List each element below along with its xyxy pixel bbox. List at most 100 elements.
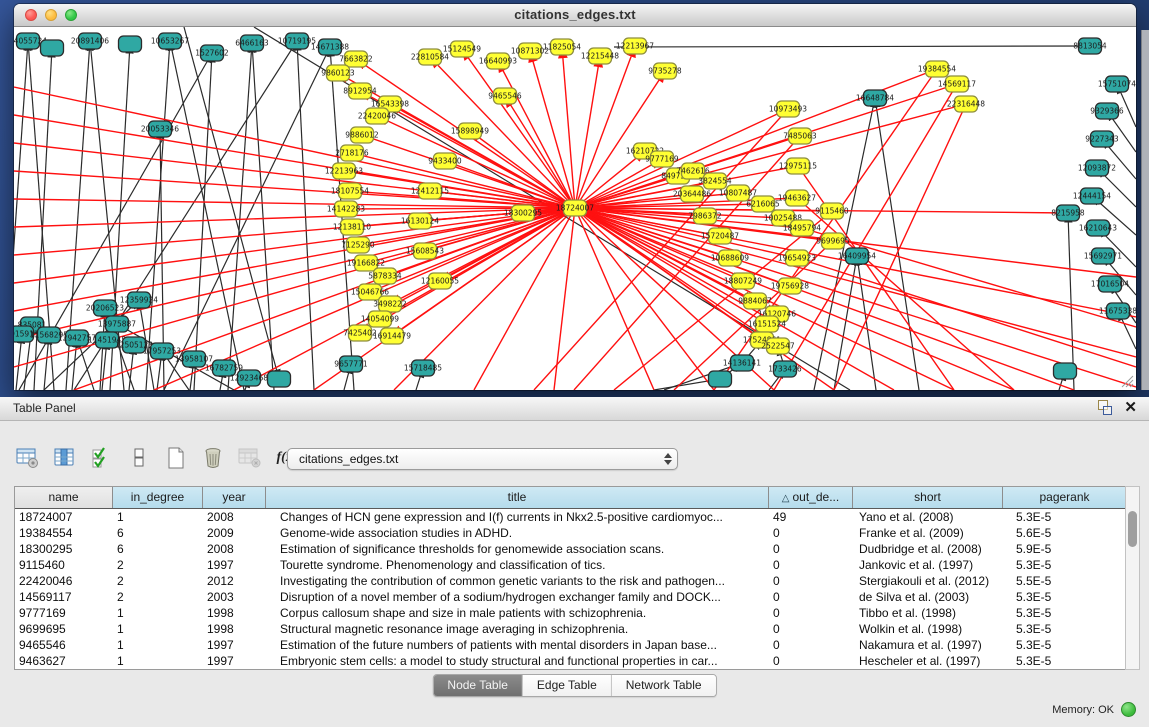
table-panel: Table Panel ✕: [0, 397, 1149, 727]
table-row[interactable]: 946362711997Embryonic stem cells: a mode…: [15, 653, 1126, 669]
cell-pagerank: 5.6E-5: [1003, 525, 1126, 541]
table-row[interactable]: 1938455462009Genome-wide association stu…: [15, 525, 1126, 541]
graph-node-label: 1527602: [195, 49, 229, 58]
float-panel-icon[interactable]: [1097, 400, 1112, 415]
column-header-name[interactable]: name: [15, 487, 113, 508]
graph-node-label: 15898949: [451, 127, 489, 136]
table-scrollbar[interactable]: [1125, 486, 1140, 670]
cell-in_degree: 6: [113, 541, 203, 557]
column-header-short[interactable]: short: [853, 487, 1003, 508]
cell-year: 2003: [203, 589, 266, 605]
window-title: citations_edges.txt: [14, 7, 1136, 22]
graph-node-label: 16130124: [401, 217, 439, 226]
graph-node-label: 7485063: [783, 132, 817, 141]
graph-node-label: 12444154: [1073, 192, 1111, 201]
table-row[interactable]: 2242004622012Investigating the contribut…: [15, 573, 1126, 589]
table-row[interactable]: 1830029562008Estimation of significance …: [15, 541, 1126, 557]
cell-short: Tibbo et al. (1998): [853, 605, 1003, 621]
table-row[interactable]: 1456911722003Disruption of a novel membe…: [15, 589, 1126, 605]
graph-edge: [14, 208, 575, 283]
cell-title: Changes of HCN gene expression and I(f) …: [266, 509, 769, 525]
cell-name: 18300295: [15, 541, 113, 557]
cell-name: 9115460: [15, 557, 113, 573]
row-selection-icon[interactable]: [88, 444, 116, 472]
table-settings-icon[interactable]: [14, 444, 42, 472]
graph-node-label: 9860123: [321, 69, 355, 78]
cell-in_degree: 1: [113, 509, 203, 525]
table-select-dropdown[interactable]: citations_edges.txt: [287, 448, 678, 470]
graph-node-t42[interactable]: [709, 371, 732, 387]
graph-node-label: 6466163: [235, 39, 269, 48]
new-column-icon[interactable]: [162, 444, 190, 472]
graph-node-label: 10653267: [151, 37, 189, 46]
delete-column-icon[interactable]: [199, 444, 227, 472]
background-window-edge: [1141, 30, 1149, 390]
graph-node-t2[interactable]: [41, 40, 64, 56]
graph-node-label: 19463627: [778, 194, 816, 203]
graph-node-label: 12138110: [333, 223, 371, 232]
graph-edge: [575, 208, 1136, 357]
column-visibility-icon[interactable]: [51, 444, 79, 472]
graph-node-label: 12359924: [120, 296, 158, 305]
resize-grip-icon[interactable]: [1120, 374, 1134, 388]
graph-node-t4[interactable]: [119, 36, 142, 52]
table-row[interactable]: 1872400712008Changes of HCN gene express…: [15, 509, 1126, 525]
cell-name: 9699695: [15, 621, 113, 637]
cell-title: Genome-wide association studies in ADHD.: [266, 525, 769, 541]
table-scrollbar-thumb[interactable]: [1128, 511, 1137, 547]
cell-year: 1997: [203, 637, 266, 653]
table-mode-icon[interactable]: [125, 444, 153, 472]
graph-node-label: 9777169: [645, 155, 679, 164]
graph-node-t37[interactable]: [268, 371, 291, 387]
cell-name: 22420046: [15, 573, 113, 589]
graph-edge: [554, 208, 575, 390]
tab-node-table[interactable]: Node Table: [433, 675, 523, 696]
table-row[interactable]: 911546021997Tourette syndrome. Phenomeno…: [15, 557, 1126, 573]
cell-short: Nakamura et al. (1997): [853, 637, 1003, 653]
tab-network-table[interactable]: Network Table: [612, 675, 716, 696]
sort-ascending-icon: △: [782, 493, 790, 504]
graph-node-label: 8215958: [1051, 209, 1085, 218]
table-row[interactable]: 946554611997Estimation of the future num…: [15, 637, 1126, 653]
column-header-pagerank[interactable]: pagerank: [1003, 487, 1126, 508]
graph-node-label: 15608543: [406, 247, 444, 256]
graph-node-label: 6216065: [746, 200, 780, 209]
cell-title: Structural magnetic resonance image aver…: [266, 621, 769, 637]
network-canvas[interactable]: 1872400714055724208914061065326715276026…: [14, 27, 1136, 390]
graph-edge: [146, 41, 170, 390]
node-table: namein_degreeyeartitle△out_de...shortpag…: [14, 486, 1127, 670]
column-header-out_degree[interactable]: △out_de...: [769, 487, 853, 508]
graph-node-label: 20364486: [673, 190, 711, 199]
graph-node-label: 15751074: [1098, 80, 1136, 89]
graph-node-label: 16648784: [856, 94, 894, 103]
cell-short: Jankovic et al. (1997): [853, 557, 1003, 573]
memory-status-label: Memory: OK: [1052, 704, 1114, 716]
graph-node-label: 12975115: [779, 162, 817, 171]
window-titlebar[interactable]: citations_edges.txt: [14, 4, 1136, 27]
graph-node-label: 9329366: [1090, 107, 1124, 116]
graph-node-label: 19166822: [347, 259, 385, 268]
graph-node-t23[interactable]: [1054, 363, 1077, 379]
column-header-in_degree[interactable]: in_degree: [113, 487, 203, 508]
cell-year: 2008: [203, 509, 266, 525]
graph-node-label: 3824554: [698, 177, 732, 186]
cell-out_degree: 0: [769, 541, 853, 557]
column-header-title[interactable]: title: [266, 487, 769, 508]
table-select-value: citations_edges.txt: [288, 452, 659, 466]
table-row[interactable]: 969969511998Structural magnetic resonanc…: [15, 621, 1126, 637]
close-panel-icon[interactable]: ✕: [1124, 400, 1137, 415]
graph-node-label: 9886012: [345, 131, 379, 140]
graph-node-label: 11825054: [543, 43, 581, 52]
table-row[interactable]: 977716911998Corpus callosum shape and si…: [15, 605, 1126, 621]
tab-edge-table[interactable]: Edge Table: [523, 675, 612, 696]
graph-node-label: 17016504: [1091, 280, 1129, 289]
graph-node-label: 5878334: [368, 272, 402, 281]
graph-node-label: 22420046: [358, 112, 396, 121]
graph-node-label: 3498222: [373, 300, 407, 309]
graph-node-label: 2718176: [335, 149, 369, 158]
column-header-year[interactable]: year: [203, 487, 266, 508]
network-graph[interactable]: 1872400714055724208914061065326715276026…: [14, 27, 1136, 390]
cell-out_degree: 0: [769, 589, 853, 605]
graph-node-label: 19384554: [918, 65, 956, 74]
table-panel-title: Table Panel: [13, 401, 76, 415]
